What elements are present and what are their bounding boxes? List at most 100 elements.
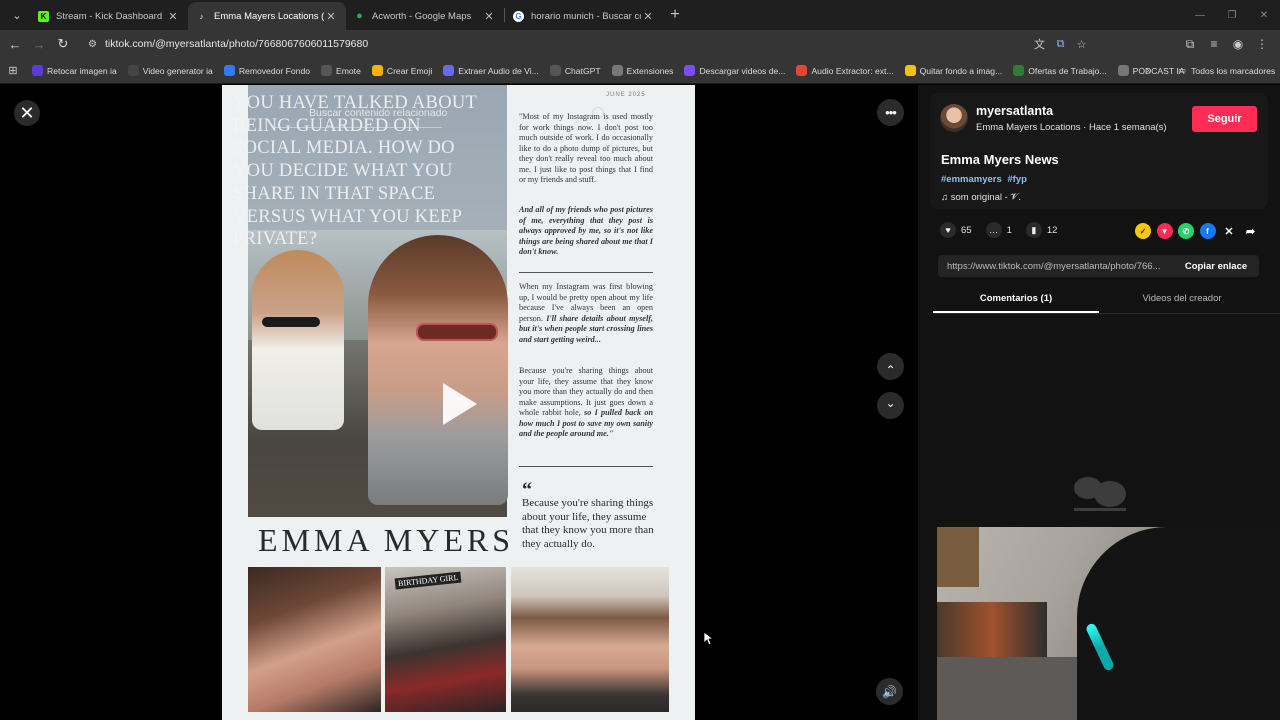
bookmark-item[interactable]: Descargar videos de...	[684, 65, 785, 76]
address-bar[interactable]: ⚙ tiktok.com/@myersatlanta/photo/7668067…	[80, 33, 1092, 55]
more-options-button[interactable]: •••	[877, 99, 904, 126]
url-text: tiktok.com/@myersatlanta/photo/766806760…	[104, 38, 369, 50]
tab-title: Stream - Kick Dashboard	[56, 10, 163, 22]
bookmark-item[interactable]: Quitar fondo a imag...	[904, 65, 1003, 76]
avatar[interactable]	[940, 104, 968, 132]
bookmark-label: PODCAST IA	[1132, 65, 1185, 76]
pull-quote-text: Because you're sharing things about your…	[522, 497, 654, 550]
tab-comments[interactable]: Comentarios (1)	[933, 287, 1099, 313]
tab-creator-videos[interactable]: Videos del creador	[1099, 287, 1265, 313]
reload-icon[interactable]: ↻	[51, 36, 75, 52]
media-controls-icon[interactable]: ≡	[1202, 37, 1226, 51]
magazine-name-heading: EMMA MYERS	[258, 522, 515, 558]
bookmark-favicon-icon	[904, 65, 916, 76]
bookmark-item[interactable]: Audio Extractor: ext...	[796, 65, 894, 76]
webcam-shelf	[937, 527, 979, 587]
site-info-icon[interactable]: ⚙	[88, 39, 97, 50]
embed-icon[interactable]: ▼	[1156, 223, 1173, 239]
bookmark-favicon-icon	[684, 65, 696, 76]
menu-kebab-icon[interactable]: ⋮	[1250, 37, 1274, 51]
tab-kick[interactable]: K Stream - Kick Dashboard ✕	[30, 2, 188, 30]
window-close-icon[interactable]: ✕	[1248, 10, 1280, 21]
author-card: myersatlanta Emma Mayers Locations · Hac…	[930, 93, 1268, 209]
back-icon[interactable]: ←	[3, 37, 27, 52]
photo-sunglasses	[262, 317, 320, 327]
bookmark-item[interactable]: ChatGPT	[549, 65, 601, 76]
tab-title: Emma Mayers Locations (@my	[214, 10, 324, 22]
sound-link[interactable]: ♫ som original - 𝓥.	[941, 192, 1021, 203]
related-search-overlay[interactable]: Buscar contenido relacionado	[309, 107, 447, 119]
hashtag-link[interactable]: #emmamyers	[941, 174, 1002, 185]
hashtag-link[interactable]: #fyp	[1007, 174, 1027, 185]
bookmark-label: Audio Extractor: ext...	[811, 65, 894, 76]
bookmark-favicon-icon	[223, 65, 235, 76]
webcam-overlay	[937, 527, 1280, 720]
author-subline: Emma Mayers Locations · Hace 1 semana(s)	[976, 122, 1167, 133]
tab-close-icon[interactable]: ✕	[166, 10, 180, 23]
copy-link-box: https://www.tiktok.com/@myersatlanta/pho…	[938, 255, 1259, 277]
extensions-icon[interactable]: ⧉	[1178, 37, 1202, 52]
bookmark-item[interactable]: Retocar imagen ia	[32, 65, 117, 76]
save-button[interactable]: ▮ 12	[1025, 222, 1057, 238]
paragraph-italic-text: And all of my friends who post pictures …	[519, 205, 653, 256]
tab-maps[interactable]: ● Acworth - Google Maps ✕	[346, 2, 504, 30]
apps-grid-icon[interactable]: ⊞	[0, 64, 26, 77]
tab-close-icon[interactable]: ✕	[641, 10, 655, 23]
translate-icon[interactable]: 文	[1029, 36, 1050, 52]
whatsapp-icon[interactable]: ✆	[1178, 223, 1194, 239]
repost-icon[interactable]: ✓	[1135, 223, 1151, 239]
bookmark-item[interactable]: Extensiones	[611, 65, 673, 76]
x-icon[interactable]: ✕	[1221, 223, 1237, 239]
tab-close-icon[interactable]: ✕	[482, 10, 496, 23]
new-tab-button[interactable]: +	[663, 6, 687, 24]
restore-icon[interactable]: ❐	[1216, 10, 1248, 21]
bookmark-icon: ▮	[1025, 222, 1042, 238]
hashtags: #emmamyers #fyp	[941, 174, 1030, 185]
photo-viewer: ✕ YOU HAVE TALKED ABOUT BEING GUARDED ON…	[0, 85, 918, 720]
previous-post-button[interactable]: ⌃	[877, 353, 904, 380]
bookmark-item[interactable]: Extraer Audio de Vi...	[443, 65, 539, 76]
share-arrow-icon[interactable]: ➦	[1243, 223, 1259, 239]
bottom-photo-1	[248, 567, 381, 712]
bookmark-item[interactable]: Ofertas de Trabajo...	[1013, 65, 1107, 76]
post-link-text[interactable]: https://www.tiktok.com/@myersatlanta/pho…	[938, 261, 1173, 272]
bookmarks-overflow-icon[interactable]: »	[1146, 65, 1152, 76]
comment-button[interactable]: … 1	[985, 222, 1012, 238]
bookmark-star-icon[interactable]: ☆	[1071, 38, 1092, 51]
volume-button[interactable]: 🔊	[876, 678, 903, 705]
bookmark-item[interactable]: Crear Emoji	[371, 65, 432, 76]
bookmark-item[interactable]: Removedor Fondo	[223, 65, 310, 76]
all-bookmarks-folder[interactable]: ▭ Todos los marcadores	[1178, 65, 1275, 76]
tab-title: horario munich - Buscar con Go	[531, 10, 641, 22]
bookmark-label: Ofertas de Trabajo...	[1028, 65, 1107, 76]
chevron-up-icon: ⌃	[885, 362, 896, 377]
author-username[interactable]: myersatlanta	[976, 104, 1053, 118]
google-icon: G	[513, 10, 524, 22]
bookmark-label: Video generator ia	[142, 65, 213, 76]
follow-button[interactable]: Seguir	[1192, 106, 1257, 132]
extension-active-icon[interactable]: ⧉	[1050, 38, 1071, 51]
like-button[interactable]: ♥ 65	[940, 222, 972, 238]
bookmark-favicon-icon	[321, 65, 333, 76]
bookmark-label: Quitar fondo a imag...	[919, 65, 1003, 76]
minimize-icon[interactable]: —	[1184, 10, 1216, 21]
profile-icon[interactable]: ◉	[1226, 37, 1250, 51]
panel-tabs: Comentarios (1) Videos del creador	[933, 287, 1280, 314]
bookmark-item[interactable]: Video generator ia	[127, 65, 213, 76]
comment-icon: …	[985, 222, 1002, 238]
play-icon[interactable]	[443, 383, 477, 425]
tab-close-icon[interactable]: ✕	[324, 10, 338, 23]
forward-icon[interactable]: →	[27, 37, 51, 52]
close-viewer-button[interactable]: ✕	[14, 100, 40, 126]
bookmark-item[interactable]: Emote	[321, 65, 361, 76]
bookmark-label: Extraer Audio de Vi...	[458, 65, 539, 76]
bookmark-favicon-icon	[796, 65, 808, 76]
copy-link-button[interactable]: Copiar enlace	[1173, 261, 1259, 272]
tab-google-search[interactable]: G horario munich - Buscar con Go ✕	[505, 2, 663, 30]
article-divider	[519, 272, 653, 273]
tab-tiktok[interactable]: ♪ Emma Mayers Locations (@my ✕	[188, 2, 346, 30]
tab-search-button[interactable]: ⌄	[4, 4, 30, 26]
facebook-icon[interactable]: f	[1199, 223, 1216, 239]
chevron-down-icon: ⌄	[885, 395, 896, 410]
next-post-button[interactable]: ⌄	[877, 392, 904, 419]
